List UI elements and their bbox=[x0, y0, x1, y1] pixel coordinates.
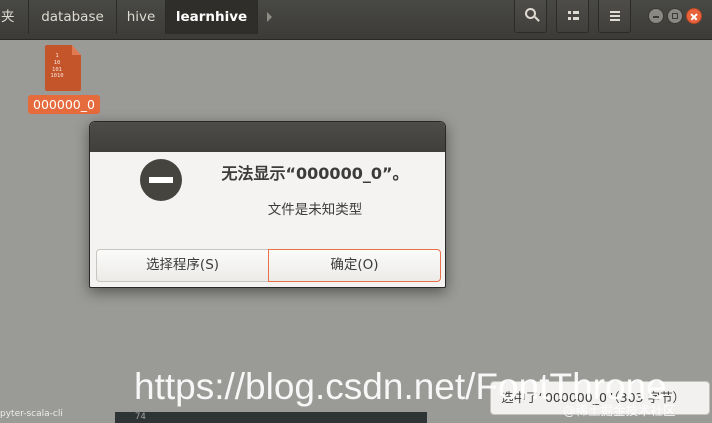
chevron-right-icon bbox=[267, 12, 272, 22]
dialog-titlebar[interactable] bbox=[90, 122, 445, 152]
choose-program-button[interactable]: 选择程序(S) bbox=[96, 249, 269, 282]
terminal-line-number: 74 bbox=[135, 412, 146, 422]
error-icon bbox=[140, 159, 182, 201]
file-name-label[interactable]: 000000_0 bbox=[28, 95, 100, 114]
watermark-community: @稀土掘金技术社区 bbox=[563, 403, 676, 418]
minimize-button[interactable] bbox=[648, 8, 664, 24]
breadcrumb-item-hive[interactable]: hive bbox=[117, 0, 166, 34]
breadcrumb-forward-button[interactable] bbox=[258, 0, 280, 34]
menu-button[interactable] bbox=[598, 0, 631, 33]
breadcrumb-item-learnhive[interactable]: learnhive bbox=[166, 0, 258, 34]
maximize-button[interactable] bbox=[667, 8, 683, 24]
dialog-subtitle: 文件是未知类型 bbox=[267, 202, 363, 218]
search-button[interactable] bbox=[514, 0, 547, 33]
breadcrumb-item-folder[interactable]: 夹 bbox=[0, 0, 29, 34]
terminal-strip bbox=[115, 412, 427, 423]
breadcrumb-item-database[interactable]: database bbox=[29, 0, 117, 34]
binary-glyph: 1 10 101 1010 bbox=[50, 53, 64, 80]
error-dialog: 无法显示“000000_0”。 文件是未知类型 选择程序(S) 确定(O) bbox=[89, 121, 446, 288]
minimize-icon bbox=[653, 16, 659, 18]
maximize-icon bbox=[672, 13, 678, 19]
sidebar-fragment: pyter-scala-cli bbox=[0, 409, 63, 419]
close-button[interactable] bbox=[686, 8, 702, 24]
dialog-button-row: 选择程序(S) 确定(O) bbox=[96, 249, 441, 282]
view-mode-button[interactable] bbox=[556, 0, 589, 33]
headerbar: 夹 database hive learnhive bbox=[0, 0, 712, 40]
ok-button[interactable]: 确定(O) bbox=[268, 249, 441, 282]
dialog-title: 无法显示“000000_0”。 bbox=[221, 164, 409, 183]
